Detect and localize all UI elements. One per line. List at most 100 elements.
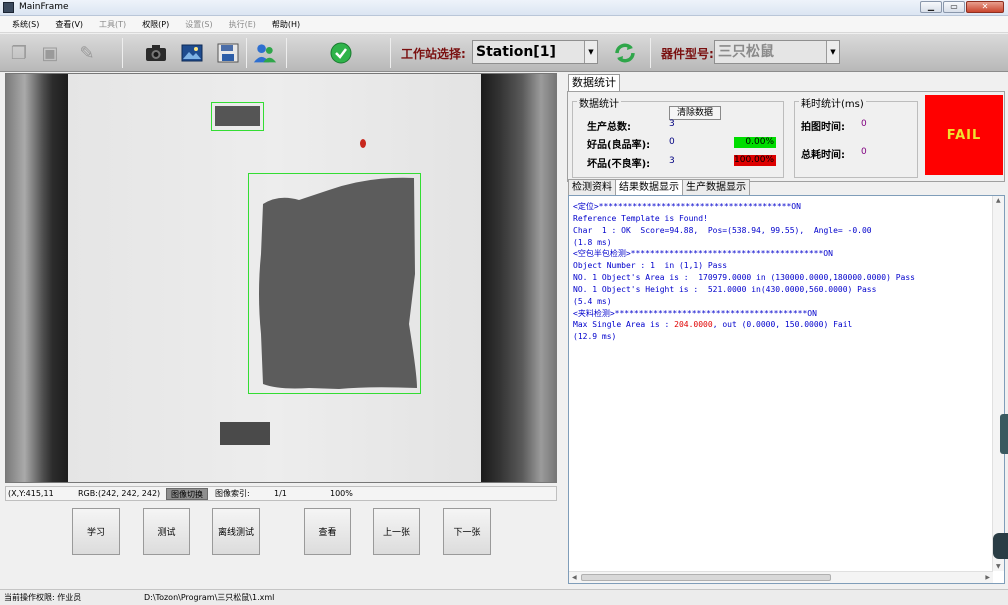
log-line: (5.4 ms): [573, 296, 612, 306]
stats-group-title: 数据统计: [577, 95, 621, 110]
save-icon[interactable]: ▣: [38, 41, 62, 65]
total-time-label: 总耗时间:: [801, 150, 845, 161]
defect-marker: [360, 139, 366, 148]
log-horizontal-scrollbar[interactable]: ◀ ▶: [569, 571, 993, 583]
log-text: Max Single Area is :: [573, 320, 675, 330]
total-label: 生产总数:: [587, 122, 631, 133]
view-button[interactable]: 查看: [304, 508, 351, 555]
image-frame-right: [481, 74, 556, 482]
station-value: Station[1]: [476, 44, 556, 60]
program-path: D:\Tozon\Program\三只松鼠\1.xml: [144, 593, 275, 602]
tab-statistics[interactable]: 数据统计: [568, 74, 620, 91]
part-value: 三只松鼠: [718, 44, 774, 60]
log-vertical-scrollbar[interactable]: ▲ ▼: [992, 196, 1004, 571]
log-fail-value: 204.0000: [674, 320, 713, 330]
result-log: <定位>************************************…: [573, 201, 915, 343]
image-index-label: 图像索引:: [215, 489, 250, 498]
next-button[interactable]: 下一张: [443, 508, 491, 555]
total-value: 3: [669, 119, 675, 129]
toolbar: ❐ ▣ ✎ 工作站选择: Station[1] ▼ 器件型号: 三只松鼠 ▼: [0, 34, 1008, 72]
roi-box-package: [248, 173, 421, 394]
camera-icon[interactable]: [144, 41, 168, 65]
timing-group-title: 耗时统计(ms): [799, 95, 866, 110]
previous-button[interactable]: 上一张: [373, 508, 420, 555]
image-index-value: 1/1: [274, 489, 287, 498]
timing-group: 耗时统计(ms) 拍图时间: 0 总耗时间: 0: [794, 95, 918, 178]
permission-status: 当前操作权限: 作业员: [4, 593, 82, 602]
statistics-panel: 数据统计 清除数据 生产总数: 3 好品(良品率): 0 0.00% 坏品(不良…: [567, 91, 1005, 182]
menu-item-6[interactable]: 帮助(H): [264, 16, 308, 32]
capture-time-label: 拍图时间:: [801, 122, 845, 133]
capture-time-value: 0: [861, 119, 867, 129]
copy-icon[interactable]: ❐: [7, 41, 31, 65]
chevron-down-icon[interactable]: ▼: [584, 41, 597, 63]
station-select[interactable]: Station[1] ▼: [472, 40, 598, 64]
total-time-value: 0: [861, 147, 867, 157]
pixel-rgb: RGB:(242, 242, 242): [78, 489, 161, 498]
log-line: NO. 1 Object's Height is : 521.0000 in(4…: [573, 284, 877, 294]
window-title: MainFrame: [19, 2, 69, 12]
learn-button[interactable]: 学习: [72, 508, 120, 555]
image-switch-button[interactable]: 图像切换: [166, 488, 208, 500]
menu-item-2[interactable]: 工具(T): [91, 16, 134, 32]
minimize-button[interactable]: ▁: [920, 1, 942, 13]
image-frame-left: [6, 74, 68, 482]
tab-result-data[interactable]: 结果数据显示: [615, 179, 683, 196]
camera-image-view[interactable]: [5, 73, 557, 483]
image-icon[interactable]: [180, 41, 204, 65]
cursor-coords: (X,Y:415,11: [8, 489, 54, 498]
maximize-button[interactable]: ▭: [943, 1, 965, 13]
log-line: <空包半包检测>********************************…: [573, 249, 833, 259]
edit-icon[interactable]: ✎: [75, 41, 99, 65]
log-text: , out (0.0000, 150.0000) Fail: [712, 320, 853, 330]
refresh-icon[interactable]: [613, 41, 637, 65]
zoom-level: 100%: [330, 489, 353, 498]
menu-item-4[interactable]: 设置(S): [177, 16, 220, 32]
title-bar: MainFrame ▁ ▭ ✕: [0, 0, 1008, 16]
object-blob: [220, 422, 270, 445]
log-line: Object Number : 1 in (1,1) Pass: [573, 261, 728, 271]
panel-handle-2[interactable]: [993, 533, 1008, 559]
result-indicator: FAIL: [925, 95, 1003, 175]
log-line: Reference Template is Found!: [573, 213, 708, 223]
log-line: Max Single Area is : 204.0000, out (0.00…: [573, 319, 915, 331]
status-bar: 当前操作权限: 作业员 D:\Tozon\Program\三只松鼠\1.xml: [0, 589, 1008, 605]
users-icon[interactable]: [253, 41, 277, 65]
menu-item-0[interactable]: 系统(S): [4, 16, 47, 32]
menu-item-5[interactable]: 执行(E): [221, 16, 264, 32]
stats-group: 数据统计 清除数据 生产总数: 3 好品(良品率): 0 0.00% 坏品(不良…: [572, 95, 784, 178]
result-log-panel[interactable]: <定位>************************************…: [568, 195, 1005, 584]
roi-box-template: [211, 102, 264, 131]
chevron-down-icon[interactable]: ▼: [826, 41, 839, 63]
tab-inspection-data[interactable]: 检测资料: [568, 179, 616, 196]
log-line: (12.9 ms): [573, 332, 617, 342]
good-rate-badge: 0.00%: [734, 137, 776, 148]
menu-item-3[interactable]: 权限(P): [134, 16, 177, 32]
log-line: Char 1 : OK Score=94.88, Pos=(538.94, 99…: [573, 225, 872, 235]
part-select[interactable]: 三只松鼠 ▼: [714, 40, 840, 64]
log-line: <夹料检测>**********************************…: [573, 308, 817, 318]
close-button[interactable]: ✕: [966, 1, 1004, 13]
part-label: 器件型号:: [661, 47, 714, 61]
bad-label: 坏品(不良率):: [587, 159, 651, 170]
good-value: 0: [669, 137, 675, 147]
log-line: (1.8 ms): [573, 237, 612, 247]
log-scroll-thumb[interactable]: [581, 574, 831, 581]
image-status-bar: (X,Y:415,11 RGB:(242, 242, 242) 图像切换 图像索…: [5, 486, 557, 501]
check-icon[interactable]: [329, 41, 353, 65]
menu-item-1[interactable]: 查看(V): [47, 16, 91, 32]
test-button[interactable]: 测试: [143, 508, 190, 555]
station-label: 工作站选择:: [401, 47, 466, 61]
log-line: NO. 1 Object's Area is : 170979.0000 in …: [573, 273, 915, 283]
save-image-icon[interactable]: [216, 41, 240, 65]
app-icon: [3, 2, 14, 13]
panel-handle[interactable]: [1000, 414, 1008, 454]
bad-rate-badge: 100.00%: [734, 155, 776, 166]
menu-bar: 系统(S) 查看(V) 工具(T) 权限(P) 设置(S) 执行(E) 帮助(H): [0, 16, 1008, 33]
tab-production-data[interactable]: 生产数据显示: [682, 179, 750, 196]
good-label: 好品(良品率):: [587, 140, 651, 151]
offline-test-button[interactable]: 离线测试: [212, 508, 260, 555]
bad-value: 3: [669, 156, 675, 166]
clear-data-button[interactable]: 清除数据: [669, 106, 721, 120]
log-line: <定位>************************************…: [573, 202, 801, 211]
